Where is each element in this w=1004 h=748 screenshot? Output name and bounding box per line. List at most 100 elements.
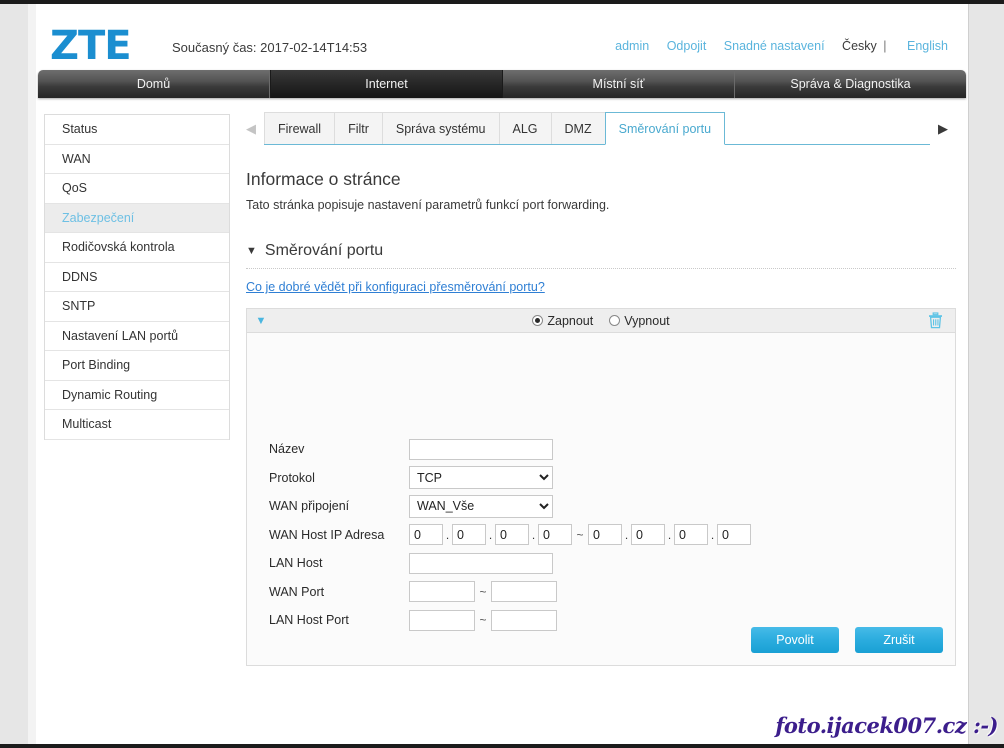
sidebar-item-parental-control[interactable]: Rodičovská kontrola [45, 233, 229, 263]
page-description: Tato stránka popisuje nastavení parametr… [246, 198, 956, 212]
page-body: Status WAN QoS Zabezpečení Rodičovská ko… [36, 98, 968, 746]
easy-setup-link[interactable]: Snadné nastavení [724, 39, 825, 53]
help-link-port-forwarding[interactable]: Co je dobré vědět při konfiguraci přesmě… [246, 280, 545, 294]
tab-label: Směrování portu [619, 122, 711, 136]
sidebar-item-status[interactable]: Status [45, 115, 229, 145]
content-area: ◀ Firewall Filtr Správa systému ALG DMZ … [230, 98, 968, 746]
tab-bar: ◀ Firewall Filtr Správa systému ALG DMZ … [238, 112, 956, 145]
ip-dot: . [665, 528, 674, 542]
sidebar-item-ddns[interactable]: DDNS [45, 263, 229, 293]
admin-user-link[interactable]: admin [615, 39, 649, 53]
sidebar-item-wan[interactable]: WAN [45, 145, 229, 175]
tab-alg[interactable]: ALG [499, 112, 551, 145]
label-lan-host-port: LAN Host Port [269, 613, 409, 627]
nav-item-internet[interactable]: Internet [270, 70, 503, 98]
radio-disable[interactable]: Vypnout [609, 314, 669, 328]
sidebar-item-security[interactable]: Zabezpečení [45, 204, 229, 234]
nav-label: Místní síť [593, 77, 645, 91]
label-protocol: Protokol [269, 471, 409, 485]
wan-port-range-separator: ~ [475, 585, 491, 599]
tab-label: Filtr [348, 122, 369, 136]
tab-label: DMZ [565, 122, 592, 136]
label-wan-connection: WAN připojení [269, 499, 409, 513]
header-links: admin Odpojit Snadné nastavení Česky | E… [601, 39, 948, 53]
wan-host-ip-start-octet-3[interactable] [495, 524, 529, 545]
chevron-down-icon: ▼ [246, 245, 257, 257]
section-header-port-forwarding[interactable]: ▼ Směrování portu [246, 242, 956, 260]
form-row-lan-host: LAN Host [269, 549, 751, 578]
sidebar-item-dynamic-routing[interactable]: Dynamic Routing [45, 381, 229, 411]
radio-enable-label: Zapnout [547, 314, 593, 328]
lan-host-port-from-input[interactable] [409, 610, 475, 631]
lang-separator: | [883, 39, 886, 53]
lan-host-input[interactable] [409, 553, 553, 574]
lang-czech-link[interactable]: Česky [842, 39, 877, 53]
sidebar-item-label: DDNS [62, 270, 97, 284]
form-row-wan-connection: WAN připojení WAN_Vše [269, 492, 751, 521]
name-input[interactable] [409, 439, 553, 460]
sidebar-item-multicast[interactable]: Multicast [45, 410, 229, 440]
tab-firewall[interactable]: Firewall [264, 112, 334, 145]
sidebar-list: Status WAN QoS Zabezpečení Rodičovská ko… [44, 114, 230, 440]
sidebar-item-label: Dynamic Routing [62, 388, 157, 402]
sidebar-item-label: WAN [62, 152, 91, 166]
cancel-button[interactable]: Zrušit [855, 627, 943, 653]
logout-link[interactable]: Odpojit [667, 39, 707, 53]
nav-label: Správa & Diagnostika [790, 77, 910, 91]
sidebar-item-label: Status [62, 122, 97, 136]
tab-underline [264, 144, 930, 145]
radio-disable-label: Vypnout [624, 314, 669, 328]
rule-panel-body: Název Protokol TCP [247, 333, 955, 665]
port-forwarding-rule-panel: ▼ Zapnout Vypnout [246, 308, 956, 666]
wan-connection-select[interactable]: WAN_Vše [409, 495, 553, 518]
form-row-wan-host-ip: WAN Host IP Adresa . . . ~ [269, 521, 751, 550]
label-wan-port: WAN Port [269, 585, 409, 599]
rule-panel-header: ▼ Zapnout Vypnout [247, 309, 955, 333]
sidebar-item-sntp[interactable]: SNTP [45, 292, 229, 322]
wan-port-to-input[interactable] [491, 581, 557, 602]
wan-host-ip-start-octet-4[interactable] [538, 524, 572, 545]
main-navigation: Domů Internet Místní síť Správa & Diagno… [38, 70, 966, 98]
wan-host-ip-start-octet-1[interactable] [409, 524, 443, 545]
apply-button[interactable]: Povolit [751, 627, 839, 653]
wan-host-ip-start-octet-2[interactable] [452, 524, 486, 545]
form-actions: Povolit Zrušit [751, 627, 943, 653]
protocol-select[interactable]: TCP [409, 466, 553, 489]
sidebar-item-qos[interactable]: QoS [45, 174, 229, 204]
trash-icon[interactable] [928, 312, 943, 333]
tab-label: Firewall [278, 122, 321, 136]
nav-item-home[interactable]: Domů [38, 70, 270, 98]
sidebar-item-port-binding[interactable]: Port Binding [45, 351, 229, 381]
nav-item-management[interactable]: Správa & Diagnostika [735, 70, 966, 98]
wan-host-ip-end-octet-4[interactable] [717, 524, 751, 545]
lan-host-port-to-input[interactable] [491, 610, 557, 631]
lang-english-link[interactable]: English [907, 39, 948, 53]
wan-host-ip-end-octet-2[interactable] [631, 524, 665, 545]
sidebar-item-lan-ports[interactable]: Nastavení LAN portů [45, 322, 229, 352]
ip-range-separator: ~ [572, 528, 588, 542]
tab-filter[interactable]: Filtr [334, 112, 382, 145]
section-divider [246, 268, 956, 269]
form-row-wan-port: WAN Port ~ [269, 578, 751, 607]
nav-label: Domů [137, 77, 170, 91]
tab-scroll-left-icon[interactable]: ◀ [238, 112, 264, 145]
wan-host-ip-end-octet-3[interactable] [674, 524, 708, 545]
radio-enable-indicator [532, 315, 543, 326]
tab-label: Správa systému [396, 122, 486, 136]
tab-label: ALG [513, 122, 538, 136]
wan-port-from-input[interactable] [409, 581, 475, 602]
router-admin-page: ZTE Současný čas: 2017-02-14T14:53 admin… [36, 4, 968, 744]
wan-host-ip-end-octet-1[interactable] [588, 524, 622, 545]
tab-scroll-right-icon[interactable]: ▶ [930, 112, 956, 145]
nav-item-local-net[interactable]: Místní síť [503, 70, 735, 98]
ip-dot: . [443, 528, 452, 542]
tab-port-forwarding[interactable]: Směrování portu [605, 112, 725, 145]
sidebar-item-label: SNTP [62, 299, 95, 313]
port-forwarding-form: Název Protokol TCP [269, 435, 751, 635]
radio-enable[interactable]: Zapnout [532, 314, 593, 328]
label-lan-host: LAN Host [269, 556, 409, 570]
section-title: Směrování portu [265, 242, 383, 260]
sidebar-item-label: Port Binding [62, 358, 130, 372]
tab-dmz[interactable]: DMZ [551, 112, 605, 145]
tab-system-mgmt[interactable]: Správa systému [382, 112, 499, 145]
